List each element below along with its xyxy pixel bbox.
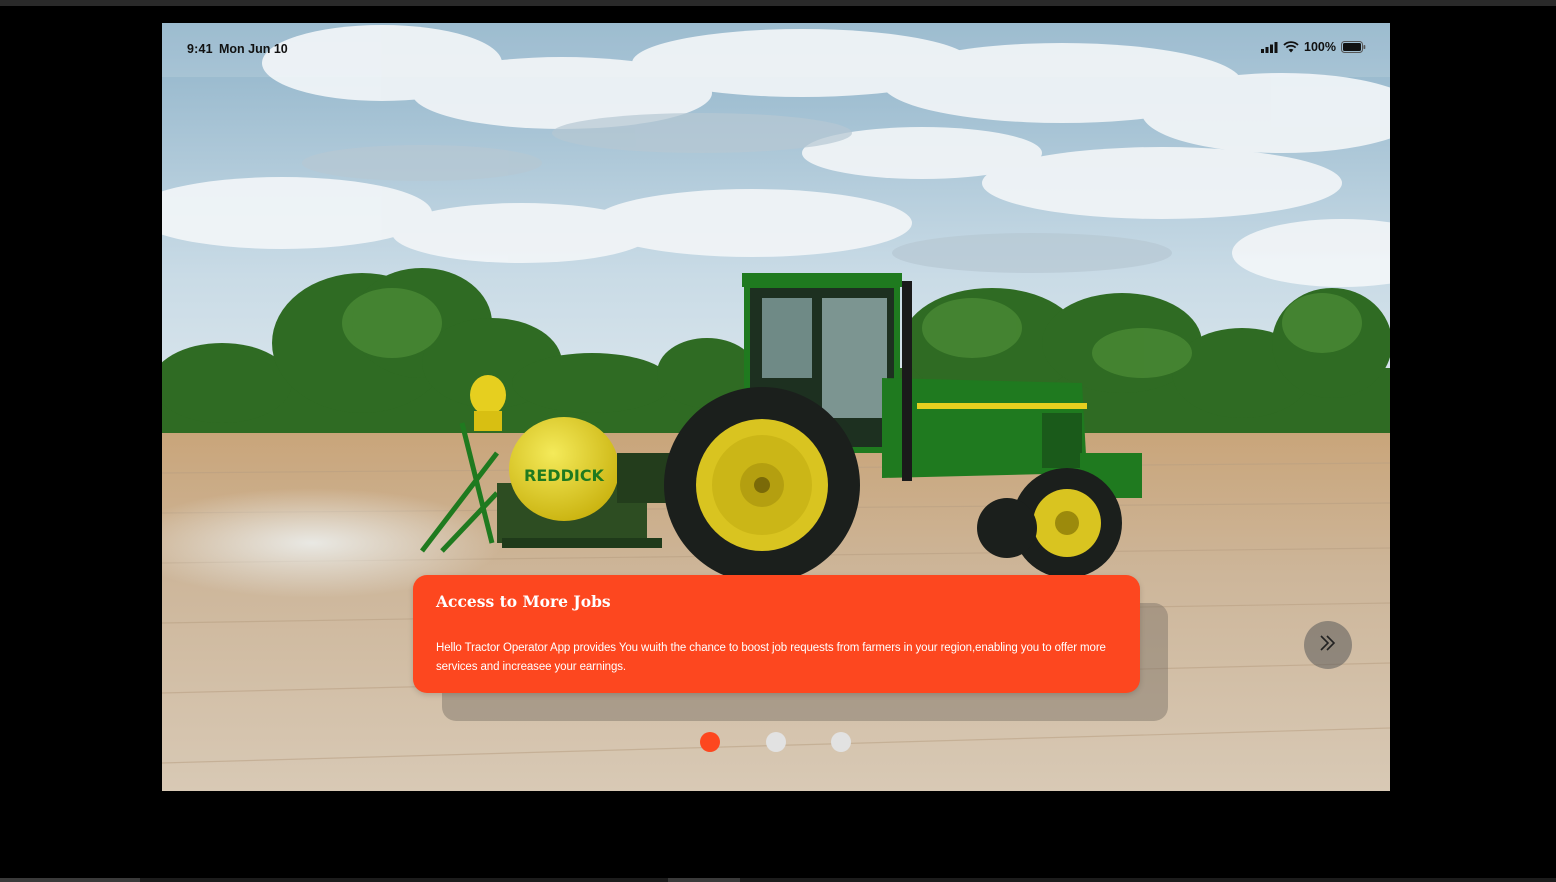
status-icons: 100%: [1261, 40, 1366, 54]
window-bottom-bar: [0, 878, 1556, 882]
double-chevron-right-icon: [1317, 634, 1339, 657]
pagination-dot-3[interactable]: [831, 732, 851, 752]
cellular-icon: [1261, 41, 1278, 53]
window-top-bar: [0, 0, 1556, 6]
pagination-dot-2[interactable]: [766, 732, 786, 752]
battery-percent: 100%: [1304, 40, 1336, 54]
pagination-dots: [700, 732, 860, 752]
wifi-icon: [1283, 41, 1299, 53]
onboarding-card: Access to More Jobs Hello Tractor Operat…: [413, 575, 1140, 693]
status-date: Mon Jun 10: [219, 42, 288, 56]
battery-icon: [1341, 41, 1366, 53]
tablet-screen: REDDICK 9:41 Mon Jun 10 100% Access to M…: [162, 23, 1390, 791]
pagination-dot-1-active[interactable]: [700, 732, 720, 752]
card-title: Access to More Jobs: [436, 592, 611, 611]
card-body: Hello Tractor Operator App provides You …: [436, 642, 1106, 673]
tank-label: REDDICK: [524, 466, 605, 485]
status-bar: 9:41 Mon Jun 10 100%: [162, 23, 1390, 77]
status-time: 9:41: [187, 42, 213, 56]
next-button[interactable]: [1304, 621, 1352, 669]
